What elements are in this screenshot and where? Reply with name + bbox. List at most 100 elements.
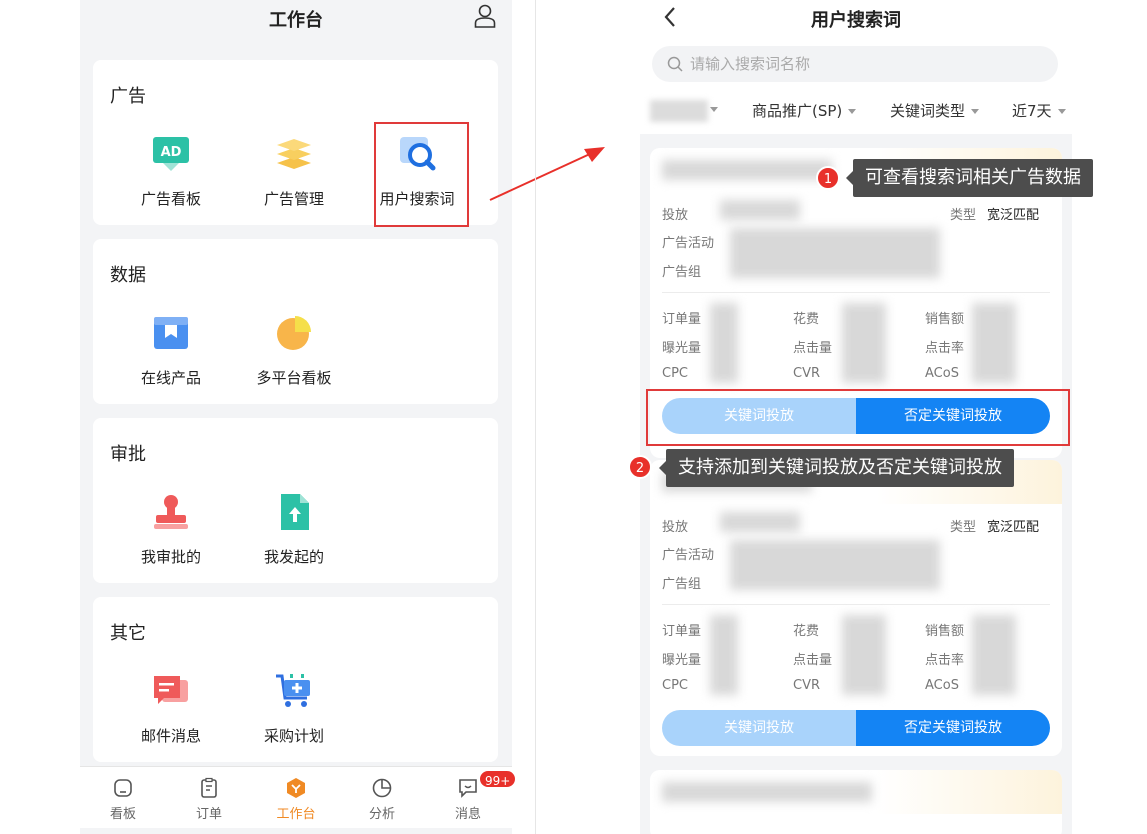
metric-label: CPC: [662, 678, 688, 693]
chevron-down-icon: [1057, 109, 1066, 114]
section-title: 其它: [110, 623, 146, 644]
field-label: 广告组: [662, 265, 702, 280]
add-keyword-targeting-button[interactable]: 关键词投放: [662, 710, 856, 746]
tile-label: 广告管理: [263, 190, 324, 208]
tile-ad-dashboard[interactable]: AD 广告看板: [116, 135, 226, 215]
field-label: 投放: [662, 208, 689, 223]
field-value: 宽泛匹配: [987, 520, 1040, 535]
metric-label: 销售额: [925, 312, 965, 327]
tile-online-products[interactable]: 在线产品: [116, 314, 226, 394]
blurred-value: [730, 228, 940, 278]
pie-chart-icon: [277, 316, 311, 350]
tile-label: 邮件消息: [140, 727, 201, 745]
dashboard-icon: [114, 779, 132, 797]
tab-label: 订单: [195, 807, 222, 822]
add-negative-keyword-button[interactable]: 否定关键词投放: [856, 710, 1050, 746]
field-label: 广告组: [662, 577, 702, 592]
panel-divider: [535, 0, 536, 834]
page-title: 用户搜索词: [811, 10, 901, 31]
tab-workbench[interactable]: 工作台: [266, 777, 326, 822]
blurred-value: [842, 303, 886, 383]
metric-label: 订单量: [662, 624, 702, 639]
blurred-value: [710, 303, 738, 383]
tile-multi-platform-board[interactable]: 多平台看板: [239, 314, 349, 394]
tile-label: 我发起的: [263, 548, 324, 566]
field-label: 投放: [662, 520, 689, 535]
filter-bar: 商品推广(SP) 关键词类型 近7天: [640, 100, 1072, 126]
tile-label: 多平台看板: [256, 369, 332, 387]
divider: [662, 292, 1050, 293]
metric-label: ACoS: [925, 678, 959, 693]
tile-my-initiated[interactable]: 我发起的: [239, 493, 349, 573]
filter-store-blurred[interactable]: [650, 100, 708, 122]
tab-label: 看板: [109, 807, 136, 822]
tile-label: 在线产品: [140, 369, 201, 387]
tile-label: 我审批的: [140, 548, 201, 566]
ad-board-icon: AD: [153, 137, 189, 171]
search-icon: [667, 56, 683, 72]
tile-label: 采购计划: [263, 727, 324, 745]
blurred-value: [710, 615, 738, 695]
mail-message-icon: [154, 676, 188, 704]
search-term-card[interactable]: [650, 770, 1062, 834]
blurred-value: [730, 540, 940, 590]
section-title: 审批: [110, 444, 146, 465]
filter-keyword-type[interactable]: 关键词类型: [890, 100, 980, 121]
stamp-icon: [154, 495, 188, 529]
section-title: 数据: [110, 265, 146, 286]
blurred-value: [972, 303, 1016, 383]
annotation-number: 1: [816, 166, 840, 190]
tile-purchase-plan[interactable]: 采购计划: [239, 672, 349, 752]
action-buttons: 关键词投放 否定关键词投放: [662, 710, 1050, 746]
product-box-icon: [154, 317, 188, 349]
user-icon[interactable]: [474, 4, 496, 28]
metric-label: CPC: [662, 366, 688, 381]
search-input[interactable]: [690, 46, 1040, 82]
page-title: 工作台: [269, 10, 323, 31]
section-title: 广告: [110, 86, 146, 107]
filter-ad-type[interactable]: 商品推广(SP): [752, 100, 857, 121]
blurred-value: [720, 512, 800, 532]
blurred-value: [842, 615, 886, 695]
layers-icon: [277, 139, 311, 169]
annotation-number: 2: [628, 455, 652, 479]
filter-label: 近7天: [1012, 102, 1052, 120]
metric-label: 点击率: [925, 341, 965, 356]
filter-date-range[interactable]: 近7天: [1012, 100, 1066, 121]
tile-ad-management[interactable]: 广告管理: [239, 135, 349, 215]
clipboard-icon: [201, 777, 217, 798]
blurred-value: [972, 615, 1016, 695]
filter-store-caret[interactable]: [704, 100, 718, 118]
tab-dashboard[interactable]: 看板: [93, 777, 153, 822]
tab-orders[interactable]: 订单: [179, 777, 239, 822]
workbench-icon: [287, 778, 305, 798]
metric-label: 订单量: [662, 312, 702, 327]
chevron-down-icon: [848, 109, 857, 114]
metric-label: ACoS: [925, 366, 959, 381]
annotation-tooltip: 支持添加到关键词投放及否定关键词投放: [659, 449, 1014, 487]
tile-mail-messages[interactable]: 邮件消息: [116, 672, 226, 752]
search-bar: [652, 46, 1058, 82]
field-label: 类型: [950, 208, 977, 223]
tab-label: 工作台: [276, 807, 316, 822]
search-term-card[interactable]: 投放 类型 宽泛匹配 广告活动 广告组 订单量 花费 销售额 曝光量 点击量 点…: [650, 460, 1062, 756]
section-other: 其它 邮件消息 采购计划: [93, 597, 498, 762]
bottom-tab-bar: 看板 订单 工作台 分析 消息: [80, 766, 512, 828]
divider: [662, 604, 1050, 605]
field-label: 广告活动: [662, 548, 715, 563]
annotation-tooltip: 可查看搜索词相关广告数据: [846, 159, 1093, 197]
field-value: 宽泛匹配: [987, 208, 1040, 223]
tab-analysis[interactable]: 分析: [352, 777, 412, 822]
metric-label: 花费: [793, 312, 820, 327]
message-icon: [459, 779, 477, 798]
metric-label: 曝光量: [662, 653, 702, 668]
field-label: 广告活动: [662, 236, 715, 251]
search-term-blurred: [662, 160, 832, 180]
unread-badge: 99+: [478, 769, 518, 789]
pie-chart-icon: [372, 778, 392, 798]
tab-label: 分析: [368, 807, 395, 822]
tab-label: 消息: [454, 807, 481, 822]
tile-label: 广告看板: [140, 190, 201, 208]
section-approval: 审批 我审批的 我发起的: [93, 418, 498, 583]
tile-my-approvals[interactable]: 我审批的: [116, 493, 226, 573]
